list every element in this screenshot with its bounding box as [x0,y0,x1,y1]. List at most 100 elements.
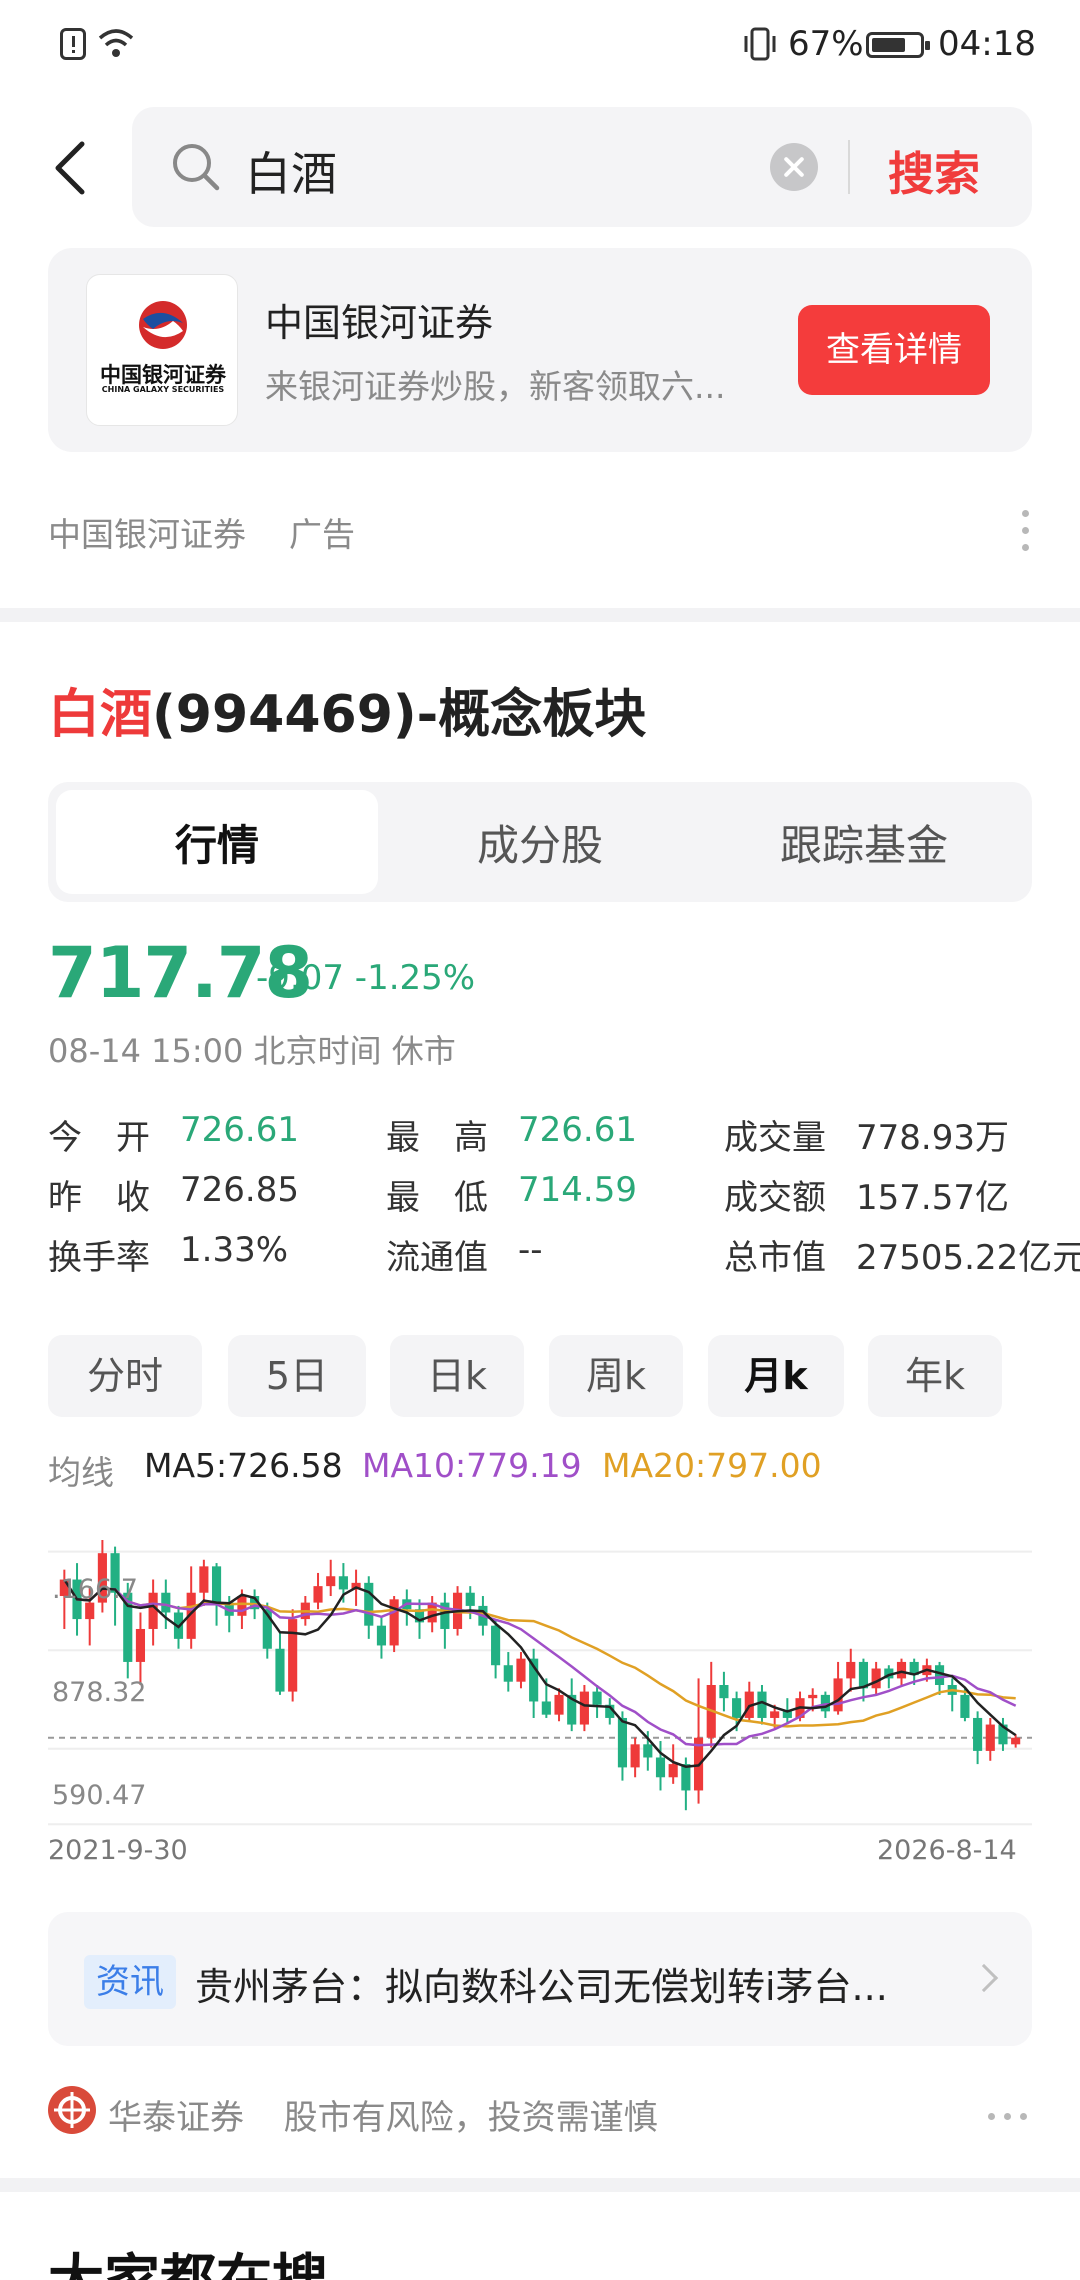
vibrate-icon [740,26,780,62]
ma-label: 均线 [48,1453,114,1492]
more-options-icon[interactable] [988,2105,1036,2124]
candle-body [617,1717,628,1768]
search-button[interactable]: 搜索 [888,138,980,204]
ad-source-name: 中国银河证券 [48,515,246,554]
candle-body [833,1678,843,1712]
clear-icon[interactable] [770,143,818,191]
candle-body [465,1592,475,1606]
period-yearly[interactable]: 年k [868,1335,1002,1417]
y-label-mid: 878.32 [52,1677,147,1708]
candle-body [85,1602,95,1620]
candle-body [135,1628,146,1662]
high-label: 最 高 [386,1118,488,1158]
market-cap-label: 总市值 [724,1238,826,1278]
price-change: -9.07 -1.25% [256,958,475,998]
change-value: -9.07 [256,958,344,998]
news-tag: 资讯 [84,1955,176,2009]
low-value: 714.59 [518,1170,637,1210]
candle-body [554,1694,564,1715]
turnover-value: 1.33% [180,1230,289,1270]
candle-body [770,1711,780,1718]
tab-constituents[interactable]: 成分股 [380,812,700,873]
sector-name: 白酒 [48,685,153,745]
candle-body [630,1744,640,1768]
footer-risk-text: 股市有风险，投资需谨慎 [283,2098,658,2138]
date-end: 2026-8-14 [877,1835,1017,1866]
candle-body [579,1691,589,1725]
footer-disclaimer: 华泰证券 股市有风险，投资需谨慎 [108,2090,658,2139]
battery-icon [866,32,930,58]
candle-body [237,1596,247,1616]
quote-time: 08-14 15:00 北京时间 休市 [48,1032,456,1070]
candle-body [668,1764,678,1778]
kline-chart[interactable] [48,1540,1032,1830]
tab-quote[interactable]: 行情 [57,812,377,873]
candle-body [655,1757,666,1778]
candle-body [681,1764,691,1791]
wifi-icon [98,28,134,60]
galaxy-securities-logo: 中国银河证券 CHINA GALAXY SECURITIES [86,274,238,426]
more-options-icon[interactable] [1022,510,1030,552]
search-input[interactable]: 白酒 [245,138,337,204]
volume-label: 成交量 [724,1118,826,1158]
period-intraday[interactable]: 分时 [48,1335,202,1417]
candle-body [211,1566,222,1603]
back-icon[interactable] [48,138,92,198]
ma5-value: MA5:726.58 [144,1446,343,1485]
candle-body [364,1582,374,1626]
low-label: 最 低 [386,1178,488,1218]
battery-percent: 67% [788,24,864,64]
open-label: 今 开 [48,1118,150,1158]
prev-close-label: 昨 收 [48,1178,150,1218]
ad-title: 中国银河证券 [265,301,494,345]
candle-body [491,1625,501,1666]
candle-body [973,1717,983,1751]
clock: 04:18 [938,24,1036,64]
view-details-button[interactable]: 查看详情 [798,305,990,395]
news-headline[interactable]: 贵州茅台：拟向数科公司无偿划转i茅台... [195,1956,955,2011]
candle-body [592,1691,602,1705]
market-cap-value: 27505.22亿元 [856,1238,1080,1278]
candle-body [288,1619,298,1692]
candle-body [313,1586,323,1603]
candle-body [719,1685,729,1699]
candle-body [516,1658,526,1682]
period-daily[interactable]: 日k [390,1335,524,1417]
period-5day[interactable]: 5日 [228,1335,366,1417]
ad-description: 来银河证券炒股，新客领取六... [265,367,726,406]
alert-icon [60,28,86,60]
prev-close-value: 726.85 [180,1170,299,1210]
amount-value: 157.57亿 [856,1178,1009,1218]
y-label-bottom: 590.47 [52,1780,147,1811]
footer-source: 华泰证券 [108,2098,244,2138]
float-label: 流通值 [386,1238,488,1278]
huatai-logo-icon [48,2086,96,2134]
candle-body [541,1701,551,1715]
kline-svg [48,1540,1032,1826]
candle-body [846,1661,856,1679]
date-start: 2021-9-30 [48,1835,188,1866]
period-weekly[interactable]: 周k [549,1335,683,1417]
turnover-label: 换手率 [48,1238,150,1278]
change-percent: -1.25% [354,958,476,998]
candle-body [376,1625,387,1646]
candle-body [326,1576,336,1587]
candle-body [338,1576,348,1590]
open-value: 726.61 [180,1110,299,1150]
period-monthly[interactable]: 月k [708,1335,844,1417]
search-icon [170,141,222,193]
sector-code: (994469)-概念板块 [152,685,647,745]
candle-body [871,1668,881,1689]
ma20-value: MA20:797.00 [602,1446,822,1485]
amount-label: 成交额 [724,1178,826,1218]
search-separator [848,140,850,194]
candle-body [808,1694,818,1699]
candle-body [643,1744,653,1758]
tab-tracking-funds[interactable]: 跟踪基金 [704,812,1024,873]
candle-body [1011,1737,1021,1745]
section-divider [0,2178,1080,2192]
candle-body [985,1724,995,1751]
ad-tag: 广告 [289,515,355,554]
high-value: 726.61 [518,1110,637,1150]
ma10-value: MA10:779.19 [362,1446,582,1485]
